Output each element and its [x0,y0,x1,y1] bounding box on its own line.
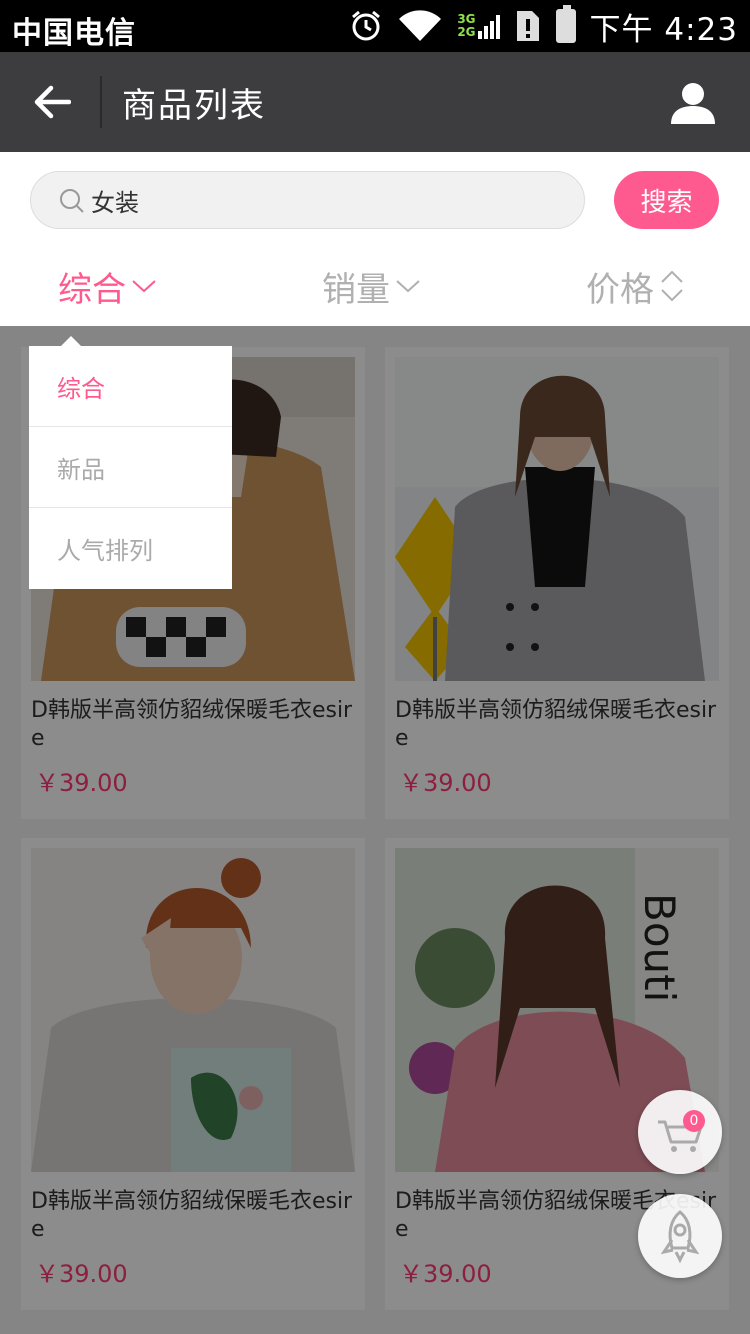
dropdown-item-popularity[interactable]: 人气排列 [29,508,232,589]
user-icon [671,83,715,124]
signal-icon [477,13,500,39]
sort-tab-label: 销量 [322,269,390,310]
dropdown-item-new[interactable]: 新品 [29,427,232,508]
sort-tab-price[interactable]: 价格 [586,262,686,310]
sort-dropdown-menu: 综合 新品 人气排列 [29,336,232,589]
header-divider [100,76,102,128]
sort-tab-label: 综合 [58,269,126,310]
status-icons: 3G 2G 下午 4:23 [349,5,738,48]
clock: 下午 4:23 [589,11,738,48]
status-bar: 中国电信 3G 2G 下午 4:23 [0,0,750,52]
sort-tab-comprehensive[interactable]: 综合 [58,262,158,310]
sort-up-down-icon [661,270,683,302]
carrier-name: 中国电信 [12,16,136,51]
chevron-down-icon [132,280,156,293]
rocket-icon [660,1210,700,1264]
page-title: 商品列表 [122,86,266,126]
app-header: 商品列表 [0,52,750,152]
search-bar: 搜索 [0,152,750,248]
search-icon [60,189,84,213]
user-profile-button[interactable] [670,80,716,126]
search-input[interactable] [91,172,551,228]
cart-button[interactable]: 0 [638,1090,722,1174]
search-box[interactable] [30,171,585,229]
alarm-icon [352,10,381,41]
arrow-left-icon [34,85,71,119]
back-button[interactable] [26,78,78,126]
network-type-labels: 3G 2G [457,12,476,39]
sort-tab-sales[interactable]: 销量 [322,262,422,310]
dropdown-item-comprehensive[interactable]: 综合 [29,346,232,427]
battery-icon [555,5,576,43]
cart-count-badge: 0 [683,1110,705,1132]
sort-tab-label: 价格 [586,269,654,310]
sort-bar: 综合 销量 价格 [0,248,750,326]
search-button[interactable]: 搜索 [614,171,719,229]
back-to-top-button[interactable] [638,1194,722,1278]
cart-icon [658,1120,703,1152]
chevron-down-icon [396,280,420,293]
sim-alert-icon [516,11,539,41]
wifi-icon [399,10,442,41]
